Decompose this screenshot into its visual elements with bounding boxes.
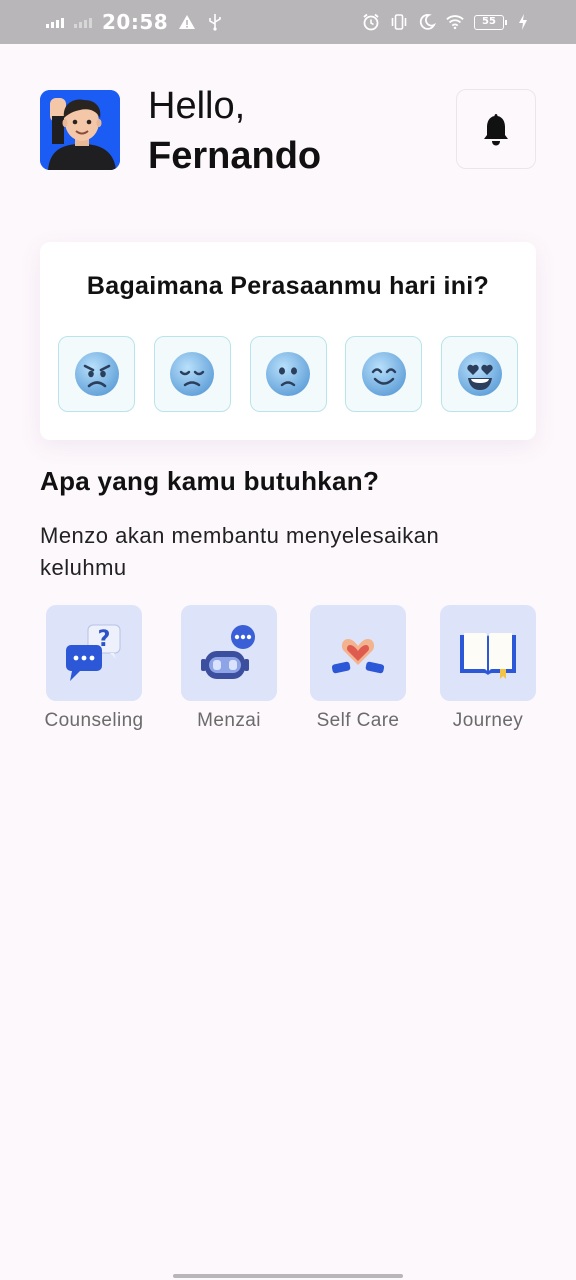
memoji-avatar <box>40 90 120 170</box>
home-indicator[interactable] <box>173 1274 403 1278</box>
service-label: Self Care <box>316 710 400 731</box>
user-name: Fernando <box>148 135 322 177</box>
service-label: Menzai <box>197 710 261 731</box>
moon-icon <box>419 14 436 30</box>
mood-happy-button[interactable] <box>345 336 423 412</box>
mood-card: Bagaimana Perasaanmu hari ini? <box>40 242 536 440</box>
service-journey[interactable]: Journey <box>428 605 548 732</box>
mood-question: Bagaimana Perasaanmu hari ini? <box>86 272 490 300</box>
status-time: 20:58 <box>102 10 169 34</box>
sad-face-icon <box>170 352 215 396</box>
needs-description: Menzo akan membantu menyelesaikan keluhm… <box>40 523 440 580</box>
service-label: Counseling <box>44 710 144 731</box>
alarm-icon <box>363 13 379 31</box>
charging-icon <box>519 14 527 30</box>
service-tile[interactable]: ? <box>46 605 142 701</box>
service-counseling[interactable]: ? Counseling <box>34 605 154 732</box>
status-bar-left: 20:58 <box>46 10 224 34</box>
service-self-care[interactable]: Self Care <box>298 605 418 732</box>
angry-face-icon <box>74 352 119 396</box>
battery-icon: 55 <box>474 14 507 30</box>
service-menzai[interactable]: Menzai <box>169 605 289 732</box>
mood-sad-button[interactable] <box>153 336 231 412</box>
heart-hands-icon <box>331 639 385 674</box>
wifi-icon <box>446 15 464 30</box>
bell-icon <box>484 114 508 146</box>
smiling-face-icon <box>361 352 406 396</box>
needs-heading: Apa yang kamu butuhkan? <box>40 466 380 496</box>
open-book-icon <box>460 633 516 679</box>
status-bar: 20:58 55 <box>0 0 576 44</box>
mood-worried-button[interactable] <box>249 336 327 412</box>
usb-icon <box>209 14 221 31</box>
signal-icon <box>46 16 64 28</box>
mood-love-button[interactable] <box>441 336 518 412</box>
service-tile[interactable] <box>440 605 536 701</box>
worried-face-icon <box>266 352 310 396</box>
battery-level: 55 <box>482 15 496 27</box>
mood-angry-button[interactable] <box>58 336 135 412</box>
mood-options <box>58 336 518 412</box>
signal-icon <box>74 16 92 28</box>
greeting-hello: Hello, <box>148 85 246 127</box>
robot-chat-icon <box>201 625 255 679</box>
service-tile[interactable] <box>310 605 406 701</box>
service-tile[interactable] <box>181 605 277 701</box>
avatar[interactable] <box>40 90 120 170</box>
vibrate-icon <box>391 14 407 30</box>
warning-icon <box>179 15 196 29</box>
service-label: Journey <box>452 710 524 731</box>
greeting: Hello, Fernando <box>148 84 321 184</box>
heart-eyes-face-icon <box>457 352 502 396</box>
notification-button[interactable] <box>456 89 536 169</box>
status-bar-right: 55 <box>362 13 532 31</box>
chat-question-icon: ? <box>66 624 121 681</box>
